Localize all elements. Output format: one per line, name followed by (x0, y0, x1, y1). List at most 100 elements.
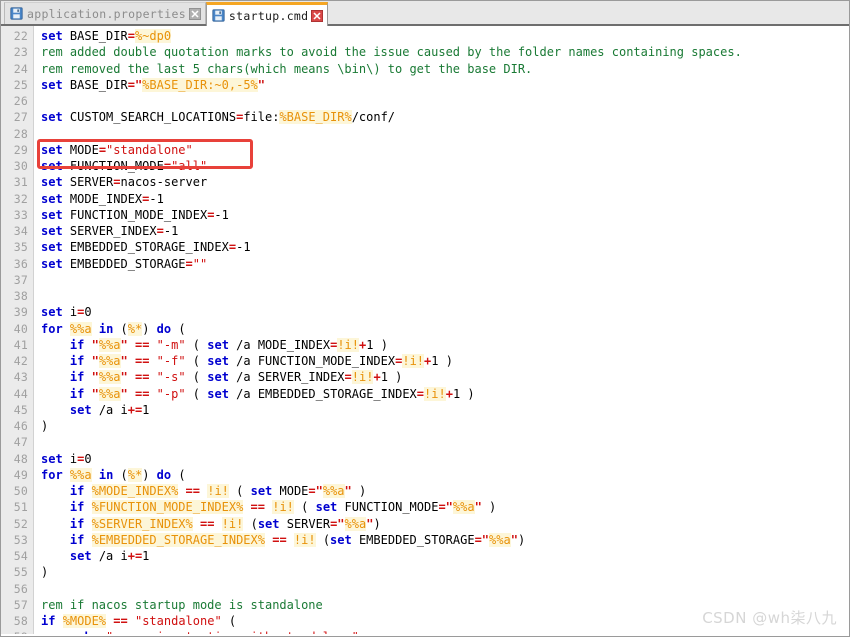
code-line[interactable]: set EMBEDDED_STORAGE="" (41, 256, 849, 272)
code-line[interactable]: set BASE_DIR="%BASE_DIR:~0,-5%" (41, 77, 849, 93)
line-number: 58 (13, 614, 28, 628)
code-line[interactable]: set FUNCTION_MODE_INDEX=-1 (41, 207, 849, 223)
code-token: rem if nacos startup mode is standalone (41, 597, 323, 612)
code-token: += (127, 402, 143, 417)
line-number: 40 (13, 321, 28, 336)
code-token: if (69, 337, 85, 352)
code-token: " (84, 337, 99, 352)
code-line[interactable] (41, 126, 849, 142)
code-token: echo (70, 630, 99, 634)
code-line[interactable]: set /a i+=1 (41, 548, 849, 564)
code-line[interactable] (41, 272, 849, 288)
code-line[interactable]: set MODE="standalone" (41, 142, 849, 158)
code-line[interactable] (41, 288, 849, 304)
code-token: 0 (84, 305, 92, 320)
code-line[interactable]: if %SERVER_INDEX% == !i! (set SERVER="%%… (41, 516, 849, 532)
code-token: set (41, 451, 63, 466)
code-token: /a i (91, 549, 128, 563)
line-number: 24 (13, 61, 28, 76)
code-line[interactable] (41, 581, 849, 597)
line-number: 48 (13, 451, 28, 466)
code-token: = (228, 240, 237, 255)
code-token: " (84, 370, 99, 385)
code-line[interactable]: if %MODE_INDEX% == !i! ( set MODE="%%a" … (41, 483, 849, 499)
code-token: = (416, 386, 425, 401)
code-line[interactable]: set CUSTOM_SEARCH_LOCATIONS=file:%BASE_D… (41, 109, 849, 125)
code-token: !i! (272, 500, 294, 515)
code-line[interactable]: echo "nacos is starting with standalone" (41, 629, 849, 634)
code-token: = (163, 159, 172, 173)
code-line[interactable]: if %FUNCTION_MODE_INDEX% == !i! ( set FU… (41, 499, 849, 515)
code-line[interactable]: set BASE_DIR=%~dp0 (41, 28, 849, 44)
code-line[interactable]: set i=0 (41, 304, 849, 320)
line-number: 38 (13, 289, 28, 303)
code-line[interactable] (41, 434, 849, 450)
code-line[interactable]: if "%%a" == "-s" ( set /a SERVER_INDEX=!… (41, 369, 849, 385)
code-line[interactable]: set SERVER=nacos-server (41, 174, 849, 190)
code-line[interactable]: if %EMBEDDED_STORAGE_INDEX% == !i! (set … (41, 532, 849, 548)
code-line[interactable]: for %%a in (%*) do ( (41, 321, 849, 337)
code-token: FUNCTION_MODE (337, 500, 439, 515)
code-line[interactable] (41, 93, 849, 109)
code-line[interactable]: rem removed the last 5 chars(which means… (41, 61, 849, 77)
tab-bar: application.properties startup.cmd (1, 1, 849, 26)
line-number: 34 (13, 224, 28, 238)
code-editor[interactable]: 22 23 24 25 26 27 28 29 30 31 32 33 34 35 36 37 38 39 40 41… (1, 26, 849, 634)
code-token: == (134, 354, 150, 368)
code-token: ) (142, 467, 157, 482)
close-icon[interactable] (188, 7, 201, 20)
line-number: 42 (13, 354, 28, 368)
code-token: -1 (236, 240, 251, 255)
tab-startup-cmd[interactable]: startup.cmd (205, 2, 329, 26)
code-line[interactable]: set i=0 (41, 451, 849, 467)
code-token: == (134, 370, 150, 385)
code-line[interactable]: set FUNCTION_MODE="all" (41, 158, 849, 174)
close-icon[interactable] (311, 9, 324, 22)
code-token: == (199, 516, 215, 531)
code-line[interactable]: if "%%a" == "-p" ( set /a EMBEDDED_STORA… (41, 386, 849, 402)
code-token: %MODE_INDEX% (91, 484, 179, 498)
code-token: " (84, 386, 99, 401)
line-number: 39 (13, 305, 28, 320)
line-number: 52 (13, 516, 28, 531)
code-token: -1 (214, 207, 229, 222)
code-token: !i! (207, 484, 229, 498)
code-line[interactable]: if "%%a" == "-f" ( set /a FUNCTION_MODE_… (41, 353, 849, 369)
code-token: set (41, 110, 63, 125)
code-line[interactable]: set MODE_INDEX=-1 (41, 191, 849, 207)
line-number: 45 (13, 402, 28, 417)
tab-application-properties[interactable]: application.properties (4, 2, 206, 24)
code-token: in (98, 467, 114, 482)
code-token: set (41, 29, 63, 43)
code-line[interactable]: set EMBEDDED_STORAGE_INDEX=-1 (41, 239, 849, 255)
code-line[interactable]: if "%%a" == "-m" ( set /a MODE_INDEX=!i!… (41, 337, 849, 353)
code-line[interactable]: set /a i+=1 (41, 402, 849, 418)
code-token: set (41, 191, 63, 206)
code-token: set (330, 532, 352, 547)
code-line[interactable]: ) (41, 418, 849, 434)
code-token: = (344, 370, 352, 385)
code-line[interactable]: rem added double quotation marks to avoi… (41, 44, 849, 60)
code-token: %SERVER_INDEX% (91, 516, 193, 531)
line-number-gutter: 22 23 24 25 26 27 28 29 30 31 32 33 34 35 36 37 38 39 40 41… (1, 26, 34, 634)
code-token: = (113, 175, 121, 190)
code-line[interactable]: if %MODE% == "standalone" ( (41, 613, 849, 629)
code-token: = (127, 29, 135, 43)
code-token: i (62, 451, 78, 466)
code-token: 1 ) (380, 370, 403, 385)
code-line[interactable]: for %%a in (%*) do ( (41, 467, 849, 483)
code-line[interactable]: set SERVER_INDEX=-1 (41, 223, 849, 239)
code-token: /a FUNCTION_MODE_INDEX (228, 354, 396, 368)
code-content[interactable]: set BASE_DIR=%~dp0 rem added double quota… (34, 26, 849, 634)
code-line[interactable]: ) (41, 564, 849, 580)
code-line[interactable]: rem if nacos startup mode is standalone (41, 597, 849, 613)
